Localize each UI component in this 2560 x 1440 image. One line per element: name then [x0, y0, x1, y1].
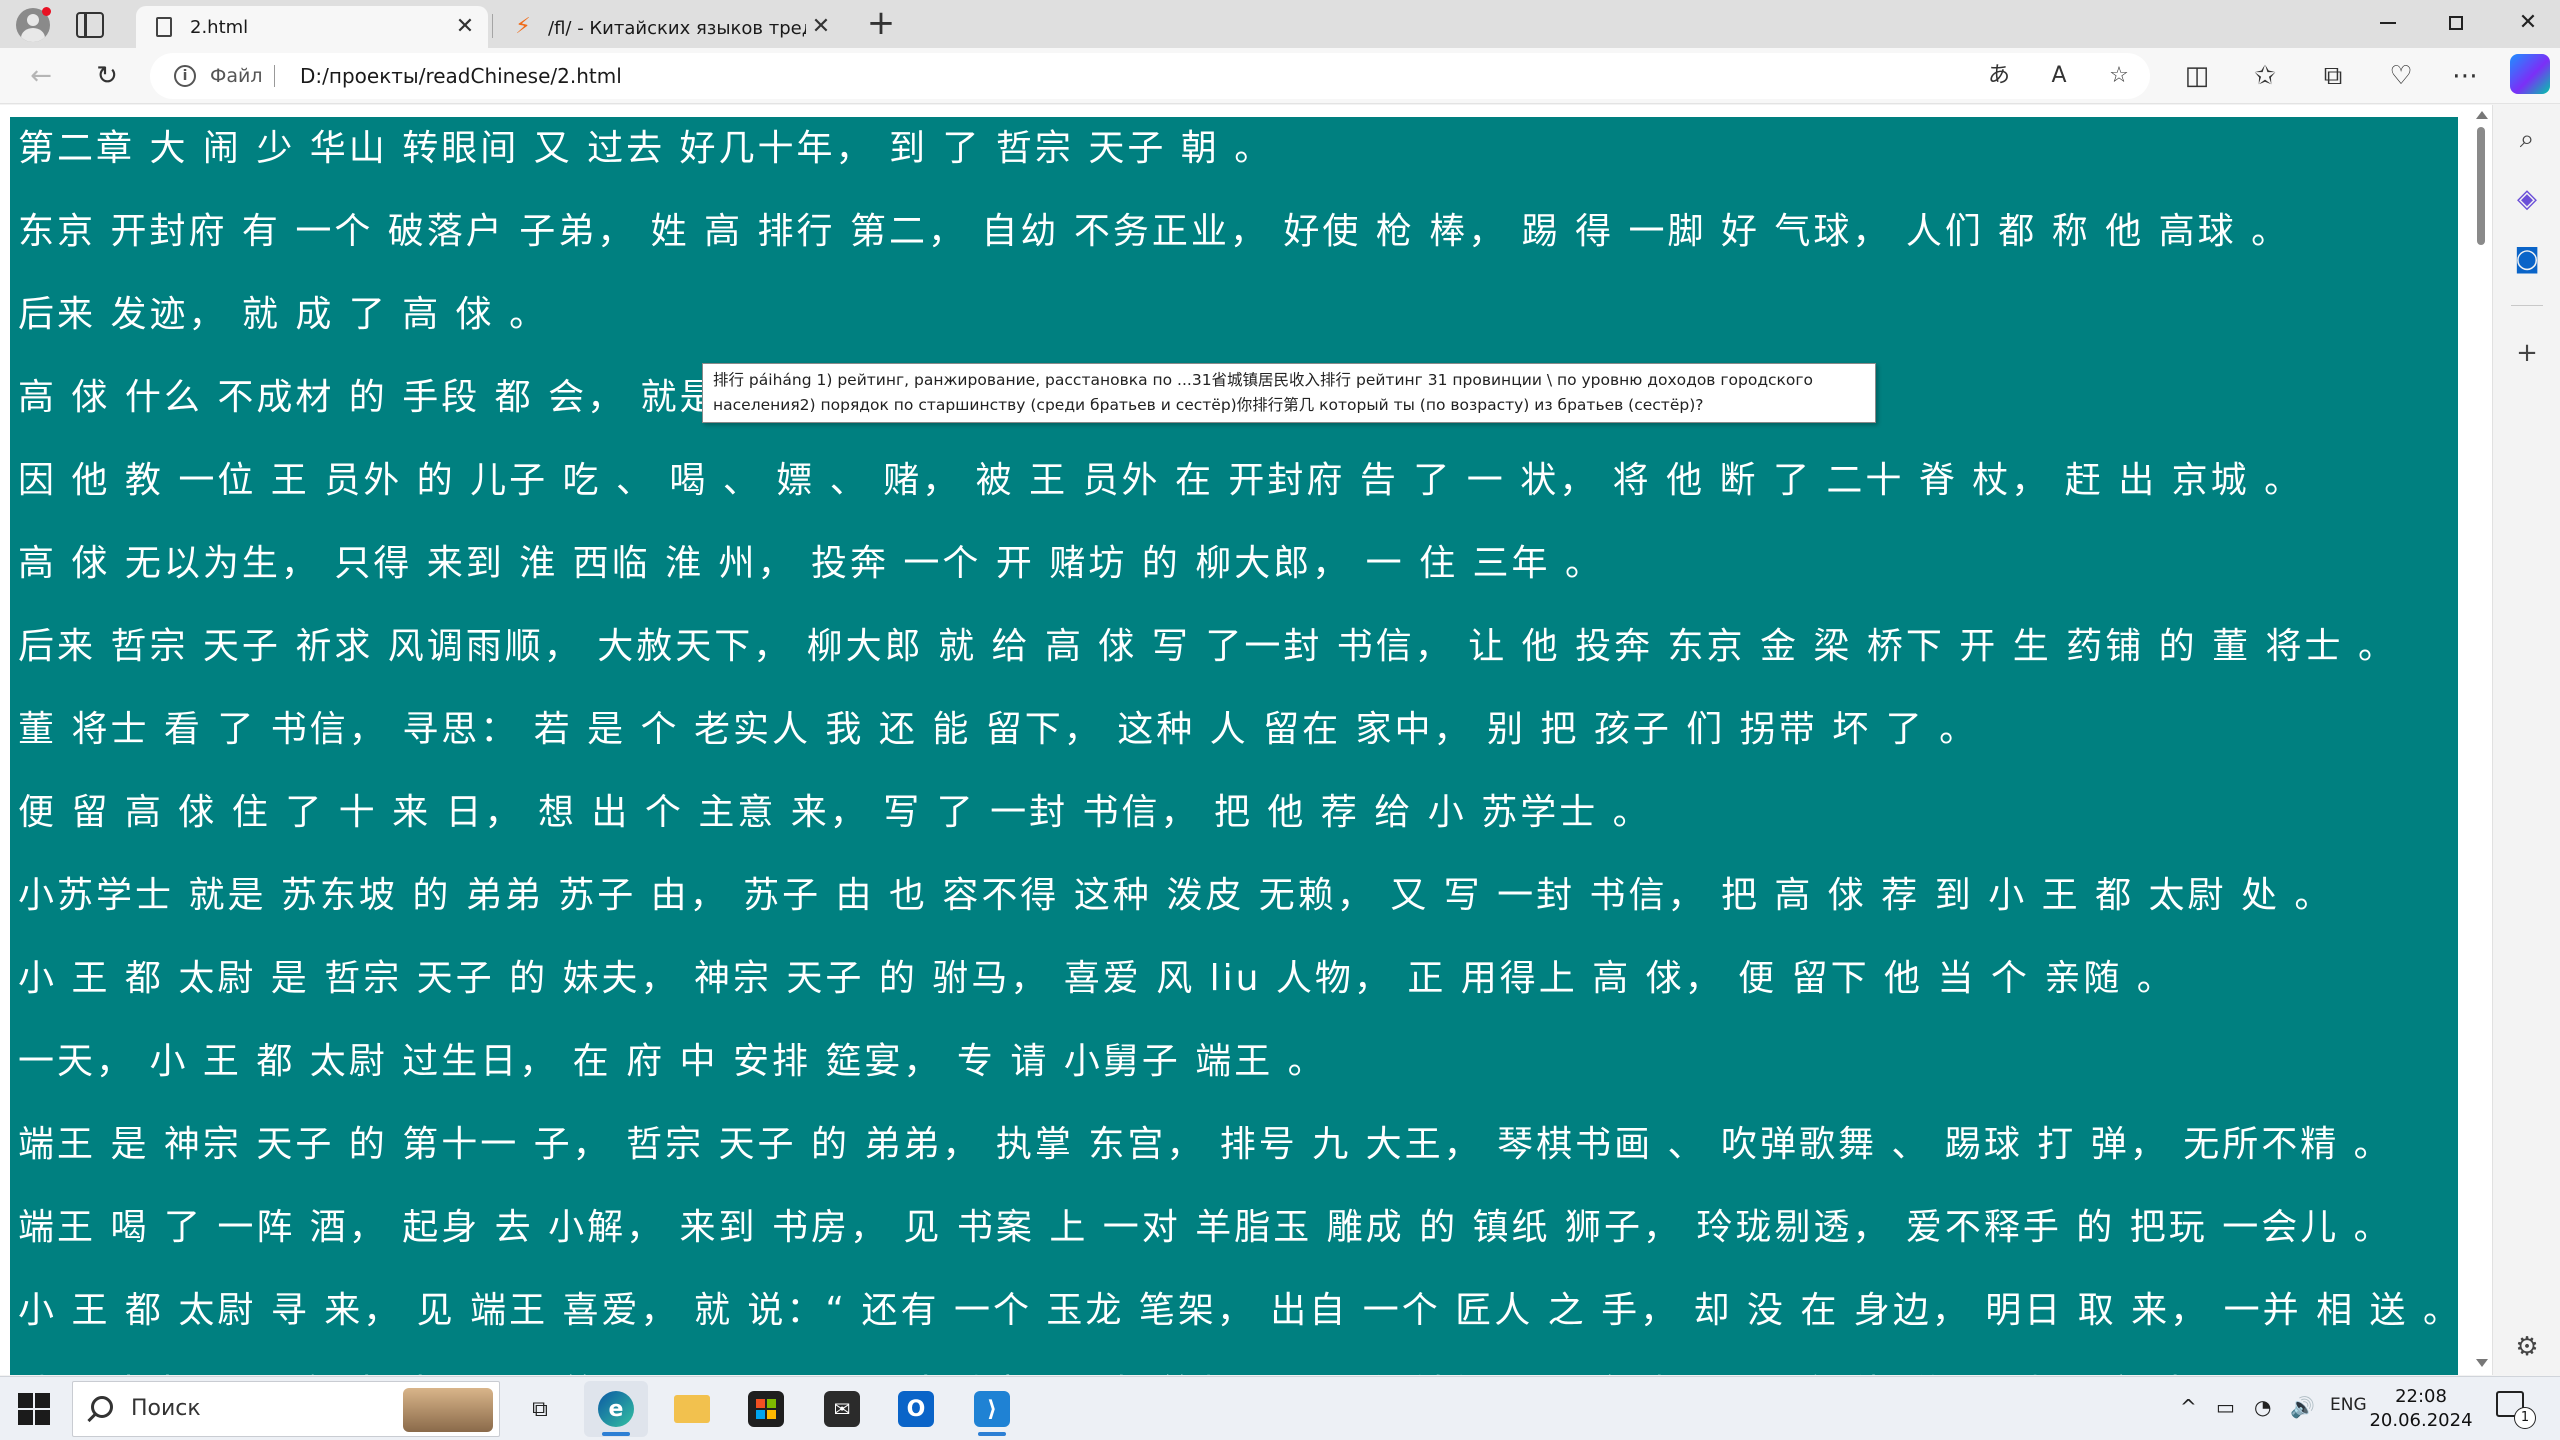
text-line: 董 将士 看 了 书信， 寻思： 若 是 个 老实人 我 还 能 留下， 这种 …	[18, 709, 1979, 750]
mail-icon[interactable]: ✉	[810, 1381, 874, 1437]
file-icon	[156, 17, 172, 37]
text-line: 便 留 高 俅 住 了 十 来 日， 想 出 个 主意 来， 写 了 一封 书信…	[18, 792, 1652, 833]
scroll-thumb[interactable]	[2477, 127, 2485, 245]
back-icon[interactable]: ←	[22, 57, 60, 95]
page-viewport: 第二章 大 闹 少 华山 转眼间 又 过去 好几十年， 到 了 哲宗 天子 朝 …	[0, 105, 2492, 1375]
wifi-icon[interactable]: ◔	[2254, 1395, 2271, 1419]
windows-taskbar: Поиск ⧉ e ✉ O ⟩ ^ ▭ ◔ 🔊 ENG 22:08 20.06.…	[0, 1376, 2560, 1440]
microsoft-store-icon[interactable]	[734, 1381, 798, 1437]
tab-chinese-thread[interactable]: ⚡ /fl/ - Китайских языков тред 漢語 ✕	[496, 6, 844, 48]
taskbar-search[interactable]: Поиск	[72, 1381, 500, 1437]
search-icon	[91, 1396, 113, 1418]
dictionary-tooltip: 排行 páiháng 1) рейтинг, ранжирование, рас…	[702, 363, 1876, 423]
close-window-icon[interactable]: ✕	[2496, 0, 2560, 46]
browser-essentials-icon[interactable]: ♡	[2382, 57, 2420, 95]
task-view-icon[interactable]: ⧉	[508, 1381, 572, 1437]
file-explorer-icon[interactable]	[660, 1381, 724, 1437]
system-clock[interactable]: 22:08 20.06.2024	[2366, 1385, 2476, 1433]
text-line: 后来 哲宗 天子 祈求 风调雨顺， 大赦天下， 柳大郎 就 给 高 俅 写 了一…	[18, 626, 2397, 667]
edge-taskbar-icon[interactable]: e	[584, 1381, 648, 1437]
info-icon[interactable]: i	[174, 65, 196, 87]
read-aloud-icon[interactable]: A	[2040, 57, 2078, 95]
text-line: 小 王 都 太尉 寻 来， 见 端王 喜爱， 就 说：“ 还有 一个 玉龙 笔架…	[18, 1290, 2458, 1331]
vscode-icon[interactable]: ⟩	[960, 1381, 1024, 1437]
vertical-scrollbar[interactable]	[2470, 105, 2492, 1375]
more-menu-icon[interactable]: ⋯	[2446, 57, 2484, 95]
show-hidden-icons-icon[interactable]: ^	[2180, 1395, 2197, 1419]
address-scheme-label: Файл	[210, 65, 263, 87]
tab-title: /fl/ - Китайских языков тред 漢語	[548, 18, 806, 39]
split-screen-icon[interactable]: ◫	[2178, 57, 2216, 95]
text-line: 第二章 大 闹 少 华山 转眼间 又 过去 好几十年， 到 了 哲宗 天子 朝 …	[18, 128, 1274, 169]
bolt-icon: ⚡	[515, 14, 531, 39]
text-line: 一天， 小 王 都 太尉 过生日， 在 府 中 安排 筵宴， 专 请 小舅子 端…	[18, 1041, 1327, 1082]
browser-toolbar: ← ↻ i Файл D:/проекты/readChinese/2.html…	[0, 48, 2560, 104]
clock-time: 22:08	[2395, 1386, 2447, 1407]
address-separator	[274, 65, 275, 87]
text-line: 端王 喝 了 一阵 酒， 起身 去 小解， 来到 书房， 见 书案 上 一对 羊…	[18, 1207, 2393, 1248]
tab-strip: 2.html ✕ ⚡ /fl/ - Китайских языков тред …	[0, 0, 2560, 48]
settings-gear-icon[interactable]: ⚙	[2507, 1327, 2547, 1367]
favorite-star-icon[interactable]: ☆	[2100, 57, 2138, 95]
collections-icon[interactable]: ⧉	[2314, 57, 2352, 95]
copilot-icon[interactable]	[2510, 54, 2550, 94]
tab-close-icon[interactable]: ✕	[806, 12, 836, 42]
new-tab-icon[interactable]: +	[864, 6, 898, 42]
search-highlight-image	[403, 1388, 493, 1432]
text-line: 后来 发迹， 就 成 了 高 俅 。	[18, 294, 549, 335]
windows-start-icon[interactable]	[18, 1393, 50, 1425]
text-line: 端王 是 神宗 天子 的 第十一 子， 哲宗 天子 的 弟弟， 执掌 东宫， 排…	[18, 1124, 2393, 1165]
text-line: 端王 大喜， 回 宫 中 去 了 。 第二 天， 小 王 都 太尉 把 玉 龙 …	[18, 1364, 2250, 1375]
battery-icon[interactable]: ▭	[2216, 1395, 2235, 1419]
notification-count-badge: 1	[2514, 1407, 2536, 1429]
sidebar-separator	[2511, 305, 2543, 306]
translate-icon[interactable]: あ	[1980, 57, 2018, 95]
search-placeholder: Поиск	[131, 1396, 201, 1421]
reload-icon[interactable]: ↻	[88, 57, 126, 95]
restore-icon[interactable]	[2424, 0, 2488, 46]
search-icon[interactable]: ⌕	[2507, 119, 2547, 159]
tab-actions-icon[interactable]	[76, 12, 104, 38]
text-line: 小 王 都 太尉 是 哲宗 天子 的 妹夫， 神宗 天子 的 驸马， 喜爱 风 …	[18, 958, 2176, 999]
edge-sidebar: ⌕ ◈ ◙ + ⚙	[2492, 105, 2560, 1375]
tab-close-icon[interactable]: ✕	[450, 12, 480, 42]
text-line: 高 俅 无以为生， 只得 来到 淮 西临 淮 州， 投奔 一个 开 赌坊 的 柳…	[18, 543, 1604, 584]
tab-separator	[492, 14, 493, 38]
clock-date: 20.06.2024	[2369, 1410, 2473, 1431]
tab-title: 2.html	[190, 16, 249, 38]
profile-notification-dot	[42, 7, 51, 16]
favorites-icon[interactable]: ✩	[2246, 57, 2284, 95]
text-line: 小苏学士 就是 苏东坡 的 弟弟 苏子 由， 苏子 由 也 容不得 这种 泼皮 …	[18, 875, 2334, 916]
scroll-up-arrow-icon[interactable]	[2476, 111, 2488, 119]
text-line: 东京 开封府 有 一个 破落户 子弟， 姓 高 排行 第二， 自幼 不务正业， …	[18, 211, 2291, 252]
tab-2-html[interactable]: 2.html ✕	[136, 6, 488, 48]
outlook-taskbar-icon[interactable]: O	[884, 1381, 948, 1437]
address-bar[interactable]: i Файл D:/проекты/readChinese/2.html あ A…	[150, 53, 2150, 99]
address-url[interactable]: D:/проекты/readChinese/2.html	[300, 64, 622, 88]
outlook-icon[interactable]: ◙	[2507, 239, 2547, 279]
language-indicator[interactable]: ENG	[2330, 1395, 2367, 1415]
scroll-down-arrow-icon[interactable]	[2476, 1359, 2488, 1367]
add-icon[interactable]: +	[2507, 333, 2547, 373]
minimize-icon[interactable]	[2356, 0, 2420, 46]
page-content: 第二章 大 闹 少 华山 转眼间 又 过去 好几十年， 到 了 哲宗 天子 朝 …	[10, 117, 2458, 1375]
text-line: 因 他 教 一位 王 员外 的 儿子 吃 、 喝 、 嫖 、 赌， 被 王 员外…	[18, 460, 2304, 501]
copilot-apps-icon[interactable]: ◈	[2507, 179, 2547, 219]
volume-icon[interactable]: 🔊	[2290, 1395, 2315, 1419]
